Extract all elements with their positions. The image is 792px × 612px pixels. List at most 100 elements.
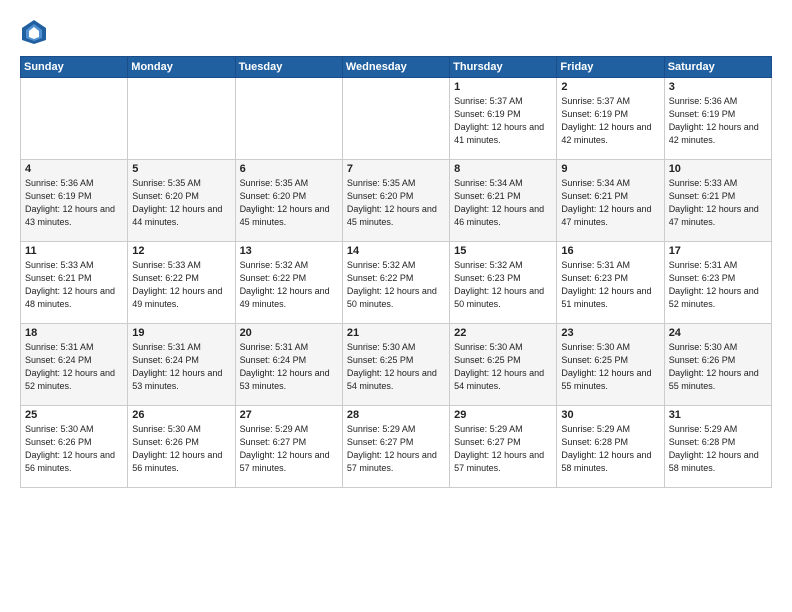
day-number: 4 (25, 163, 123, 175)
week-row-3: 11Sunrise: 5:33 AMSunset: 6:21 PMDayligh… (21, 242, 772, 324)
cell-5-2: 26 Sunrise: 5:30 AMSunset: 6:26 PMDayligh… (128, 406, 235, 488)
cell-info: Sunrise: 5:31 AMSunset: 6:23 PMDaylight:… (669, 259, 767, 311)
cell-2-5: 8Sunrise: 5:34 AMSunset: 6:21 PMDaylight… (450, 160, 557, 242)
week-row-1: 1Sunrise: 5:37 AMSunset: 6:19 PMDaylight… (21, 78, 772, 160)
col-header-monday: Monday (128, 57, 235, 78)
day-number: 21 (347, 327, 445, 339)
header-row: SundayMondayTuesdayWednesdayThursdayFrid… (21, 57, 772, 78)
day-number: 26 (132, 409, 230, 421)
week-row-4: 18 Sunrise: 5:31 AMSunset: 6:24 PMDayligh… (21, 324, 772, 406)
cell-info: Sunrise: 5:29 AMSunset: 6:27 PMDaylight:… (347, 423, 445, 475)
day-number: 8 (454, 163, 552, 175)
cell-info: Sunrise: 5:32 AMSunset: 6:23 PMDaylight:… (454, 259, 552, 311)
cell-info: Sunrise: 5:31 AMSunset: 6:24 PMDaylight:… (132, 341, 230, 393)
calendar-table: SundayMondayTuesdayWednesdayThursdayFrid… (20, 56, 772, 488)
cell-4-4: 21 Sunrise: 5:30 AMSunset: 6:25 PMDayligh… (342, 324, 449, 406)
day-number: 6 (240, 163, 338, 175)
header (20, 18, 772, 46)
day-number: 18 (25, 327, 123, 339)
cell-5-5: 29 Sunrise: 5:29 AMSunset: 6:27 PMDayligh… (450, 406, 557, 488)
day-number: 14 (347, 245, 445, 257)
logo-icon (20, 18, 48, 46)
page: SundayMondayTuesdayWednesdayThursdayFrid… (0, 0, 792, 612)
cell-info: Sunrise: 5:29 AMSunset: 6:27 PMDaylight:… (454, 423, 552, 475)
cell-info: Sunrise: 5:30 AMSunset: 6:25 PMDaylight:… (347, 341, 445, 393)
day-number: 25 (25, 409, 123, 421)
cell-1-5: 1Sunrise: 5:37 AMSunset: 6:19 PMDaylight… (450, 78, 557, 160)
week-row-5: 25 Sunrise: 5:30 AMSunset: 6:26 PMDayligh… (21, 406, 772, 488)
cell-info: Sunrise: 5:32 AMSunset: 6:22 PMDaylight:… (347, 259, 445, 311)
cell-info: Sunrise: 5:36 AMSunset: 6:19 PMDaylight:… (669, 95, 767, 147)
cell-info: Sunrise: 5:31 AMSunset: 6:24 PMDaylight:… (240, 341, 338, 393)
cell-2-1: 4Sunrise: 5:36 AMSunset: 6:19 PMDaylight… (21, 160, 128, 242)
cell-3-6: 16 Sunrise: 5:31 AMSunset: 6:23 PMDayligh… (557, 242, 664, 324)
cell-info: Sunrise: 5:33 AMSunset: 6:21 PMDaylight:… (669, 177, 767, 229)
cell-1-7: 3 Sunrise: 5:36 AMSunset: 6:19 PMDaylight… (664, 78, 771, 160)
logo (20, 18, 52, 46)
col-header-tuesday: Tuesday (235, 57, 342, 78)
cell-5-4: 28 Sunrise: 5:29 AMSunset: 6:27 PMDayligh… (342, 406, 449, 488)
cell-info: Sunrise: 5:29 AMSunset: 6:28 PMDaylight:… (669, 423, 767, 475)
day-number: 3 (669, 81, 767, 93)
col-header-saturday: Saturday (664, 57, 771, 78)
cell-1-2 (128, 78, 235, 160)
col-header-wednesday: Wednesday (342, 57, 449, 78)
day-number: 15 (454, 245, 552, 257)
col-header-friday: Friday (557, 57, 664, 78)
day-number: 31 (669, 409, 767, 421)
cell-5-1: 25 Sunrise: 5:30 AMSunset: 6:26 PMDayligh… (21, 406, 128, 488)
day-number: 2 (561, 81, 659, 93)
cell-4-3: 20 Sunrise: 5:31 AMSunset: 6:24 PMDayligh… (235, 324, 342, 406)
cell-info: Sunrise: 5:30 AMSunset: 6:26 PMDaylight:… (669, 341, 767, 393)
cell-info: Sunrise: 5:29 AMSunset: 6:27 PMDaylight:… (240, 423, 338, 475)
cell-info: Sunrise: 5:30 AMSunset: 6:25 PMDaylight:… (561, 341, 659, 393)
cell-info: Sunrise: 5:30 AMSunset: 6:26 PMDaylight:… (25, 423, 123, 475)
day-number: 7 (347, 163, 445, 175)
cell-2-4: 7 Sunrise: 5:35 AMSunset: 6:20 PMDaylight… (342, 160, 449, 242)
day-number: 5 (132, 163, 230, 175)
cell-2-6: 9 Sunrise: 5:34 AMSunset: 6:21 PMDaylight… (557, 160, 664, 242)
day-number: 12 (132, 245, 230, 257)
day-number: 29 (454, 409, 552, 421)
cell-info: Sunrise: 5:34 AMSunset: 6:21 PMDaylight:… (561, 177, 659, 229)
day-number: 27 (240, 409, 338, 421)
cell-2-7: 10 Sunrise: 5:33 AMSunset: 6:21 PMDayligh… (664, 160, 771, 242)
cell-3-5: 15 Sunrise: 5:32 AMSunset: 6:23 PMDayligh… (450, 242, 557, 324)
cell-info: Sunrise: 5:31 AMSunset: 6:23 PMDaylight:… (561, 259, 659, 311)
day-number: 19 (132, 327, 230, 339)
day-number: 23 (561, 327, 659, 339)
cell-1-6: 2Sunrise: 5:37 AMSunset: 6:19 PMDaylight… (557, 78, 664, 160)
cell-4-1: 18 Sunrise: 5:31 AMSunset: 6:24 PMDayligh… (21, 324, 128, 406)
week-row-2: 4Sunrise: 5:36 AMSunset: 6:19 PMDaylight… (21, 160, 772, 242)
cell-3-4: 14 Sunrise: 5:32 AMSunset: 6:22 PMDayligh… (342, 242, 449, 324)
day-number: 24 (669, 327, 767, 339)
cell-4-2: 19 Sunrise: 5:31 AMSunset: 6:24 PMDayligh… (128, 324, 235, 406)
cell-5-3: 27 Sunrise: 5:29 AMSunset: 6:27 PMDayligh… (235, 406, 342, 488)
day-number: 17 (669, 245, 767, 257)
cell-3-3: 13 Sunrise: 5:32 AMSunset: 6:22 PMDayligh… (235, 242, 342, 324)
day-number: 11 (25, 245, 123, 257)
cell-info: Sunrise: 5:35 AMSunset: 6:20 PMDaylight:… (347, 177, 445, 229)
day-number: 20 (240, 327, 338, 339)
col-header-thursday: Thursday (450, 57, 557, 78)
day-number: 28 (347, 409, 445, 421)
cell-info: Sunrise: 5:30 AMSunset: 6:26 PMDaylight:… (132, 423, 230, 475)
cell-3-2: 12Sunrise: 5:33 AMSunset: 6:22 PMDayligh… (128, 242, 235, 324)
day-number: 16 (561, 245, 659, 257)
cell-4-7: 24 Sunrise: 5:30 AMSunset: 6:26 PMDayligh… (664, 324, 771, 406)
cell-info: Sunrise: 5:32 AMSunset: 6:22 PMDaylight:… (240, 259, 338, 311)
day-number: 9 (561, 163, 659, 175)
day-number: 10 (669, 163, 767, 175)
cell-info: Sunrise: 5:29 AMSunset: 6:28 PMDaylight:… (561, 423, 659, 475)
cell-2-3: 6Sunrise: 5:35 AMSunset: 6:20 PMDaylight… (235, 160, 342, 242)
cell-5-6: 30Sunrise: 5:29 AMSunset: 6:28 PMDayligh… (557, 406, 664, 488)
day-number: 1 (454, 81, 552, 93)
cell-2-2: 5Sunrise: 5:35 AMSunset: 6:20 PMDaylight… (128, 160, 235, 242)
cell-info: Sunrise: 5:31 AMSunset: 6:24 PMDaylight:… (25, 341, 123, 393)
cell-1-4 (342, 78, 449, 160)
cell-5-7: 31 Sunrise: 5:29 AMSunset: 6:28 PMDayligh… (664, 406, 771, 488)
day-number: 13 (240, 245, 338, 257)
cell-1-3 (235, 78, 342, 160)
cell-1-1 (21, 78, 128, 160)
cell-info: Sunrise: 5:30 AMSunset: 6:25 PMDaylight:… (454, 341, 552, 393)
